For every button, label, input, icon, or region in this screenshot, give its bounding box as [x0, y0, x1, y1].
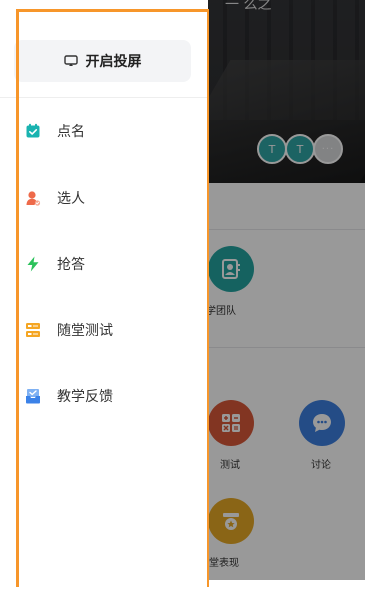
menu-item-roll-call[interactable]: 点名 — [0, 111, 200, 151]
roll-call-icon — [24, 122, 42, 140]
lightning-icon — [24, 255, 42, 273]
side-drawer: 开启投屏 点名 选人 抢答 随堂测试 教学反馈 — [0, 0, 208, 592]
cast-screen-button[interactable]: 开启投屏 — [14, 40, 191, 82]
menu-label-pick-person: 选人 — [57, 191, 85, 207]
bottom-strip — [0, 580, 365, 592]
pick-person-icon — [24, 189, 42, 207]
feedback-icon — [24, 387, 42, 405]
screen: 一 么之 T T ··· 教学团队 测试 讨论 课堂表现 开启投屏 点名 选人 … — [0, 0, 365, 592]
menu-item-teaching-feedback[interactable]: 教学反馈 — [0, 376, 200, 416]
menu-label-roll-call: 点名 — [57, 124, 85, 140]
cast-screen-label: 开启投屏 — [85, 54, 142, 70]
drawer-divider — [0, 97, 208, 98]
menu-item-quick-answer[interactable]: 抢答 — [0, 244, 200, 284]
quiz-icon — [24, 321, 42, 339]
menu-item-pick-person[interactable]: 选人 — [0, 178, 200, 218]
menu-item-quiz[interactable]: 随堂测试 — [0, 310, 200, 350]
menu-label-teaching-feedback: 教学反馈 — [57, 389, 113, 405]
menu-label-quiz: 随堂测试 — [57, 323, 113, 339]
menu-label-quick-answer: 抢答 — [57, 257, 85, 273]
cast-screen-icon — [63, 55, 78, 67]
